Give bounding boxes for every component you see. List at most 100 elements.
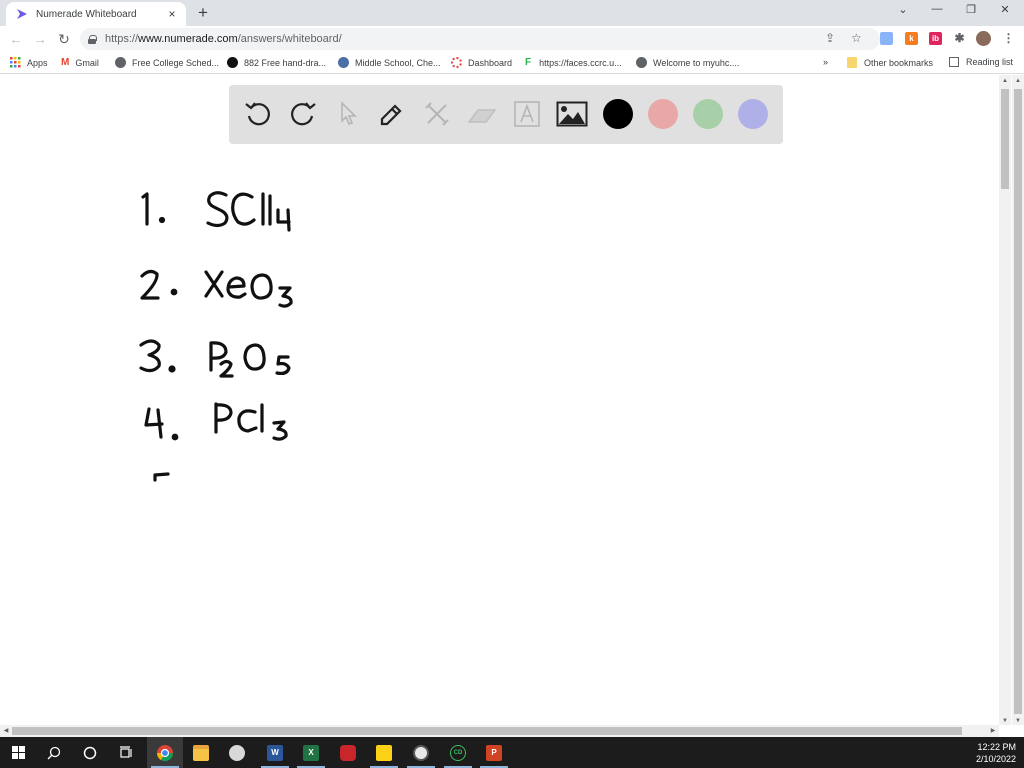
taskbar-clock-app[interactable] bbox=[403, 737, 439, 768]
reload-button[interactable]: ↻ bbox=[52, 31, 76, 48]
bookmark-gmail[interactable]: M Gmail bbox=[61, 57, 99, 68]
taskbar-file-explorer[interactable] bbox=[183, 737, 219, 768]
address-bar[interactable]: https://www.numerade.com/answers/whitebo… bbox=[80, 28, 880, 50]
powerpoint-icon: P bbox=[486, 744, 502, 761]
globe-icon bbox=[115, 57, 126, 68]
globe-icon bbox=[636, 57, 647, 68]
scroll-up-icon[interactable]: ▲ bbox=[999, 78, 1011, 84]
taskbar-chrome[interactable] bbox=[147, 737, 183, 768]
taskbar-sticky-notes[interactable] bbox=[366, 737, 402, 768]
extensions-puzzle-icon[interactable]: ✱ bbox=[953, 32, 966, 45]
tab-search-button[interactable]: ⌄ bbox=[888, 3, 918, 16]
clock-time: 12:22 PM bbox=[977, 742, 1016, 752]
site-icon bbox=[227, 57, 238, 68]
whiteboard-canvas[interactable] bbox=[0, 75, 1012, 725]
whiteboard-vertical-scrollbar[interactable]: ▲ ▼ bbox=[999, 75, 1011, 725]
tab-title: Numerade Whiteboard bbox=[36, 8, 137, 20]
clock-date: 2/10/2022 bbox=[975, 754, 1016, 764]
apps-grid-icon bbox=[10, 57, 21, 68]
ib-extension-icon[interactable]: ib bbox=[929, 32, 942, 45]
bookmarks-bar: Apps M Gmail Free College Sched... 882 F… bbox=[0, 52, 1024, 74]
taskbar-powerpoint[interactable]: P bbox=[476, 737, 512, 768]
taskbar-word[interactable]: W bbox=[257, 737, 293, 768]
scrollbar-thumb[interactable] bbox=[1014, 89, 1022, 714]
scroll-up-icon[interactable]: ▲ bbox=[1012, 78, 1024, 84]
clock-icon bbox=[413, 744, 429, 761]
bookmarks-overflow-button[interactable]: » bbox=[823, 57, 828, 67]
dashboard-icon bbox=[451, 57, 462, 68]
bookmark-882-free-hand-drawn[interactable]: 882 Free hand-dra... bbox=[227, 57, 326, 68]
task-view-button[interactable] bbox=[108, 737, 144, 768]
bookmark-label: Reading list bbox=[966, 57, 1014, 67]
handwritten-item-3 bbox=[139, 339, 291, 378]
taskbar-snipping-tool[interactable] bbox=[219, 737, 255, 768]
taskbar-excel[interactable]: X bbox=[293, 737, 329, 768]
chrome-icon bbox=[156, 744, 174, 761]
forward-button[interactable]: → bbox=[28, 31, 52, 47]
chrome-menu-icon[interactable]: ⋮ bbox=[1002, 32, 1015, 45]
scroll-left-icon[interactable]: ◀ bbox=[0, 727, 12, 734]
new-tab-button[interactable]: + bbox=[194, 3, 212, 23]
bookmark-label: Middle School, Che... bbox=[355, 57, 441, 68]
start-button[interactable] bbox=[0, 737, 36, 768]
bookmark-label: Welcome to myuhc.... bbox=[653, 57, 740, 68]
back-button[interactable]: ← bbox=[4, 31, 28, 47]
horizontal-scrollbar[interactable]: ◀ ▶ bbox=[0, 725, 999, 737]
windows-taskbar: W X CD P 12:22 PM 2/10/2022 bbox=[0, 737, 1024, 768]
scrollbar-thumb[interactable] bbox=[1001, 89, 1009, 189]
bookmark-dashboard[interactable]: Dashboard bbox=[451, 57, 512, 68]
handwritten-item-5-partial bbox=[153, 472, 170, 482]
other-bookmarks-folder[interactable]: Other bookmarks bbox=[847, 57, 933, 68]
profile-avatar[interactable] bbox=[976, 31, 991, 46]
bookmark-label: Dashboard bbox=[468, 57, 513, 68]
chevron-double-right-icon: » bbox=[823, 57, 829, 67]
red-app-icon bbox=[340, 744, 356, 761]
url-text[interactable]: https://www.numerade.com/answers/whitebo… bbox=[105, 33, 342, 45]
folder-icon bbox=[193, 744, 209, 761]
cortana-button[interactable] bbox=[72, 737, 108, 768]
windows-logo-icon bbox=[11, 746, 25, 759]
snipping-tool-icon bbox=[229, 744, 245, 761]
sticky-notes-icon bbox=[376, 744, 392, 761]
scroll-down-icon[interactable]: ▼ bbox=[999, 718, 1011, 724]
bookmark-label: 882 Free hand-dra... bbox=[244, 57, 327, 68]
tab-numerade-whiteboard[interactable]: Numerade Whiteboard × bbox=[6, 2, 186, 26]
task-view-icon bbox=[120, 745, 132, 758]
excel-icon: X bbox=[303, 744, 319, 761]
bookmark-free-college-sched[interactable]: Free College Sched... bbox=[115, 57, 219, 68]
gmail-icon: M bbox=[61, 57, 70, 68]
browser-toolbar: ← → ↻ https://www.numerade.com/answers/w… bbox=[0, 26, 1024, 52]
tab-close-icon[interactable]: × bbox=[164, 7, 180, 21]
minimize-button[interactable]: — bbox=[922, 3, 952, 15]
handwritten-item-4 bbox=[144, 402, 288, 441]
search-button[interactable] bbox=[36, 737, 72, 768]
faces-icon: F bbox=[525, 57, 532, 68]
scroll-down-icon[interactable]: ▼ bbox=[1012, 718, 1024, 724]
bookmark-star-icon[interactable]: ☆ bbox=[851, 31, 862, 45]
bookmark-middle-school[interactable]: Middle School, Che... bbox=[338, 57, 441, 68]
system-clock[interactable]: 12:22 PM 2/10/2022 bbox=[976, 741, 1016, 765]
bookmark-welcome-myuhc[interactable]: Welcome to myuhc.... bbox=[636, 57, 739, 68]
bookmark-label: Gmail bbox=[75, 57, 99, 68]
bookmark-label: https://faces.ccrc.u... bbox=[539, 57, 622, 68]
handwritten-item-1 bbox=[141, 191, 291, 232]
page-vertical-scrollbar[interactable]: ▲ ▼ bbox=[1012, 75, 1024, 725]
k-extension-icon[interactable]: k bbox=[905, 32, 918, 45]
taskbar-app-red[interactable] bbox=[330, 737, 366, 768]
site-icon bbox=[338, 57, 349, 68]
reading-list-button[interactable]: Reading list bbox=[949, 57, 1013, 67]
cortana-circle-icon bbox=[83, 746, 97, 759]
bookmark-label: Free College Sched... bbox=[132, 57, 220, 68]
numerade-logo-icon bbox=[17, 9, 27, 19]
taskbar-cd-app[interactable]: CD bbox=[440, 737, 476, 768]
scrollbar-thumb[interactable] bbox=[12, 727, 962, 735]
share-icon[interactable]: ⇪ bbox=[825, 31, 835, 45]
bookmark-apps[interactable]: Apps bbox=[10, 57, 48, 68]
tab-strip: Numerade Whiteboard × + ⌄ — ❐ ✕ bbox=[0, 0, 1024, 26]
docs-extension-icon[interactable] bbox=[880, 32, 893, 45]
restore-button[interactable]: ❐ bbox=[956, 3, 986, 16]
bookmark-faces[interactable]: F https://faces.ccrc.u... bbox=[525, 57, 622, 68]
close-window-button[interactable]: ✕ bbox=[990, 3, 1020, 16]
lock-icon[interactable] bbox=[88, 34, 97, 44]
scroll-right-icon[interactable]: ▶ bbox=[987, 727, 999, 734]
